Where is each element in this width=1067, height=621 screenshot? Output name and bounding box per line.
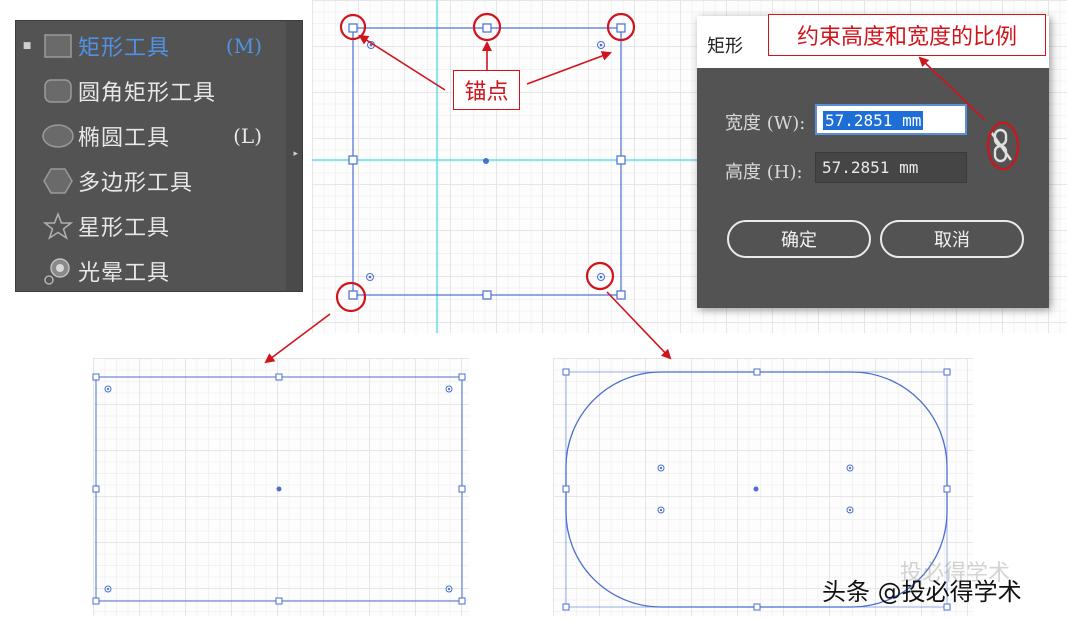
- highlight-circle: [472, 12, 502, 42]
- watermark-text: 头条 @投必得学术: [822, 578, 1022, 606]
- annotation-arrow: [264, 313, 331, 364]
- highlight-circle: [585, 261, 615, 291]
- highlight-circle: [339, 13, 367, 41]
- annotation-arrow: [526, 51, 612, 85]
- annotation-arrow: [918, 56, 986, 121]
- annotation-arrow: [358, 34, 446, 91]
- highlight-circle: [986, 121, 1020, 171]
- annotation-arrow: [606, 291, 672, 360]
- anchor-callout: 锚点: [453, 70, 520, 110]
- annotation-overlay: [264, 12, 1020, 364]
- highlight-circle: [335, 281, 367, 313]
- constrain-callout: 约束高度和宽度的比例: [768, 14, 1046, 56]
- highlight-circle: [606, 12, 636, 42]
